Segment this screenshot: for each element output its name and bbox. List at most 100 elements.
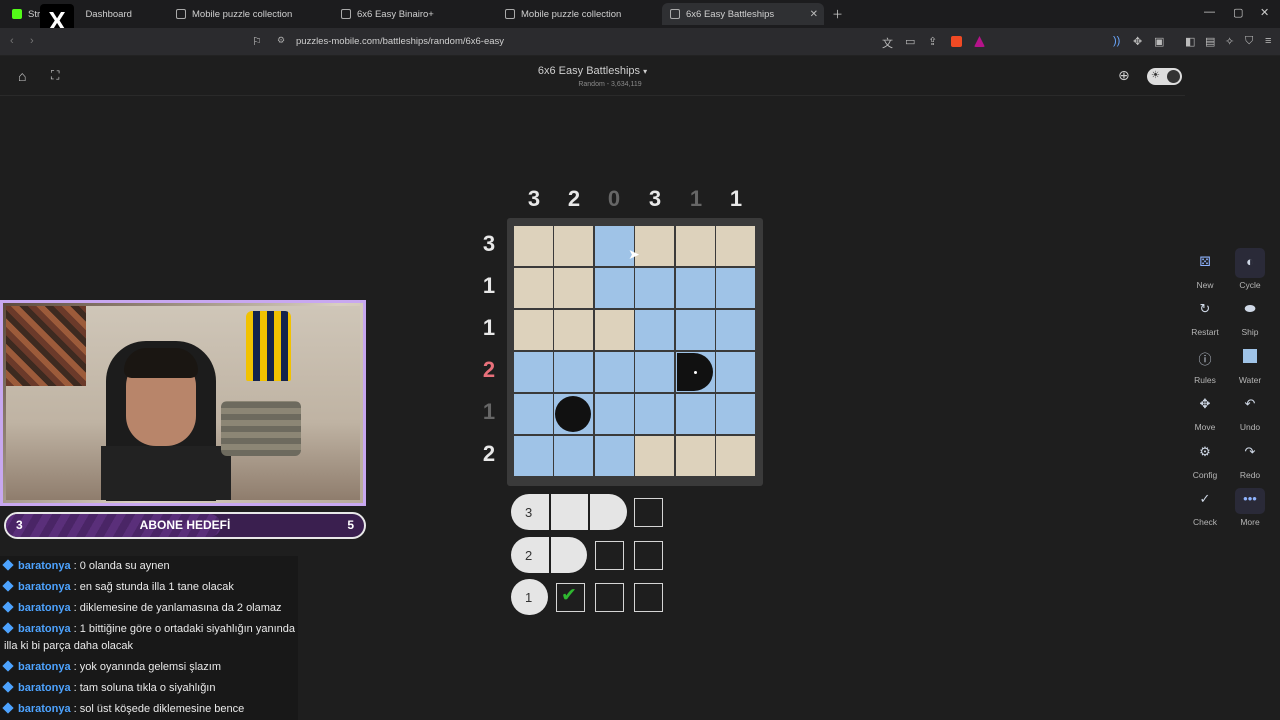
theme-toggle[interactable]: ☀ — [1147, 68, 1182, 85]
gear-icon: ⚙ — [1199, 444, 1211, 459]
bookmark-icon[interactable]: ⚐ — [252, 35, 262, 48]
audio-icon[interactable]: )) — [1113, 35, 1120, 47]
board-cell[interactable] — [514, 436, 553, 476]
board-cell[interactable] — [635, 310, 674, 350]
board-cell[interactable] — [554, 268, 593, 308]
fleet-checkbox[interactable] — [595, 541, 624, 570]
forward-icon[interactable]: › — [30, 35, 34, 47]
board-cell[interactable] — [595, 310, 634, 350]
fleet-checkbox[interactable] — [634, 583, 663, 612]
fleet-checkbox-checked[interactable]: ✔ — [556, 583, 585, 612]
fleet-checkbox[interactable] — [634, 498, 663, 527]
board-cell[interactable] — [676, 268, 715, 308]
maximize-icon[interactable]: ▢ — [1233, 6, 1243, 19]
check-button[interactable]: ✓ Check — [1185, 491, 1225, 527]
board-cell[interactable] — [514, 310, 553, 350]
rules-button[interactable]: ⓘ Rules — [1185, 349, 1225, 385]
translate-icon[interactable]: 文 — [882, 35, 893, 51]
board-cell[interactable] — [716, 268, 755, 308]
redo-button[interactable]: ↷ Redo — [1230, 444, 1270, 480]
move-label: Move — [1194, 422, 1216, 432]
board-cell[interactable] — [595, 268, 634, 308]
board-cell[interactable] — [676, 226, 715, 266]
brave-rewards-icon[interactable] — [974, 36, 985, 47]
tab-binairo[interactable]: 6x6 Easy Binairo+ — [333, 3, 493, 25]
board-cell[interactable] — [676, 352, 715, 392]
close-tab-icon[interactable]: ✕ — [810, 9, 818, 20]
board-cell[interactable] — [514, 352, 553, 392]
back-icon[interactable]: ‹ — [10, 35, 14, 47]
board-cell[interactable] — [716, 226, 755, 266]
board-cell[interactable] — [635, 352, 674, 392]
board-cell[interactable] — [554, 394, 593, 434]
minimize-icon[interactable]: — — [1204, 6, 1215, 18]
tab-battleships[interactable]: 6x6 Easy Battleships ✕ — [662, 3, 824, 25]
more-button[interactable]: ••• More — [1230, 491, 1270, 527]
chat-text: : 0 olanda su aynen — [70, 560, 170, 572]
url-field[interactable]: puzzles-mobile.com/battleships/random/6x… — [296, 36, 504, 47]
board-cell[interactable] — [514, 268, 553, 308]
fleet-checkbox[interactable] — [595, 583, 624, 612]
goal-target: 5 — [347, 518, 354, 532]
board-cell[interactable] — [554, 352, 593, 392]
board-cell[interactable] — [676, 394, 715, 434]
board-cell[interactable] — [595, 352, 634, 392]
restart-button[interactable]: ↻ Restart — [1185, 301, 1225, 337]
menu-icon[interactable]: ≡ — [1265, 35, 1271, 47]
move-button[interactable]: ✥ Move — [1185, 396, 1225, 432]
tab-dashboard[interactable]: Stre Dashboard — [4, 3, 164, 25]
board-cell[interactable] — [716, 310, 755, 350]
config-button[interactable]: ⚙ Config — [1185, 444, 1225, 480]
board-cell[interactable] — [716, 394, 755, 434]
board-cell[interactable] — [554, 310, 593, 350]
restart-icon: ↻ — [1199, 301, 1211, 316]
zoom-icon[interactable]: ⊕ — [1118, 67, 1130, 84]
toggle-knob — [1167, 70, 1180, 83]
row-clue: 1 — [482, 399, 496, 424]
puzzle-site-icon — [505, 9, 515, 19]
board-cell[interactable] — [514, 226, 553, 266]
extensions-icon[interactable]: ✥ — [1133, 35, 1142, 48]
tab-label: 6x6 Easy Binairo+ — [357, 8, 434, 20]
wallet-icon[interactable]: ▤ — [1205, 35, 1215, 48]
screenshot-icon[interactable]: ▣ — [1154, 35, 1164, 48]
site-info-icon[interactable]: ⚙ — [277, 35, 285, 46]
board-cell[interactable] — [595, 436, 634, 476]
redo-icon: ↷ — [1244, 444, 1256, 459]
brave-shield-icon[interactable] — [951, 36, 962, 47]
fleet-checkbox[interactable] — [634, 541, 663, 570]
new-button[interactable]: ⚄ New — [1185, 254, 1225, 290]
water-button[interactable]: Water — [1230, 349, 1270, 385]
more-label: More — [1240, 517, 1260, 527]
tab-mobile-puzzle-1[interactable]: Mobile puzzle collection — [168, 3, 328, 25]
ship-button[interactable]: ⬬ Ship — [1230, 301, 1270, 337]
leo-icon[interactable]: ✧ — [1225, 35, 1234, 48]
board-cell[interactable] — [514, 394, 553, 434]
board-cell[interactable] — [554, 226, 593, 266]
undo-button[interactable]: ↶ Undo — [1230, 396, 1270, 432]
kick-badge-icon — [2, 702, 14, 714]
cast-icon[interactable]: ▭ — [905, 35, 915, 48]
board-cell[interactable] — [716, 352, 755, 392]
close-window-icon[interactable]: ✕ — [1260, 6, 1269, 19]
share-icon[interactable]: ⇪ — [928, 35, 937, 48]
row-clue: 1 — [482, 315, 496, 340]
board-cell[interactable] — [676, 436, 715, 476]
vpn-icon[interactable]: ⛉ — [1245, 35, 1253, 48]
chat-message: baratonya : 1 bittiğine göre o ortadaki … — [2, 621, 298, 655]
undo-icon: ↶ — [1244, 396, 1256, 411]
board-cell[interactable] — [635, 268, 674, 308]
board-cell[interactable] — [554, 436, 593, 476]
page-title[interactable]: 6x6 Easy Battleships ▾ — [0, 65, 1185, 77]
chat-message: baratonya : yok oyanında gelemsi şlazım — [2, 659, 298, 676]
sidebar-toggle-icon[interactable]: ◧ — [1185, 35, 1195, 48]
board-cell[interactable] — [595, 394, 634, 434]
board-cell[interactable] — [635, 394, 674, 434]
board-cell[interactable] — [676, 310, 715, 350]
board-cell[interactable] — [716, 436, 755, 476]
tab-mobile-puzzle-2[interactable]: Mobile puzzle collection — [497, 3, 657, 25]
board-cell[interactable] — [635, 226, 674, 266]
cycle-button[interactable]: ◐ Cycle — [1230, 254, 1270, 290]
board-cell[interactable] — [635, 436, 674, 476]
new-tab-icon[interactable]: ＋ — [832, 6, 843, 22]
